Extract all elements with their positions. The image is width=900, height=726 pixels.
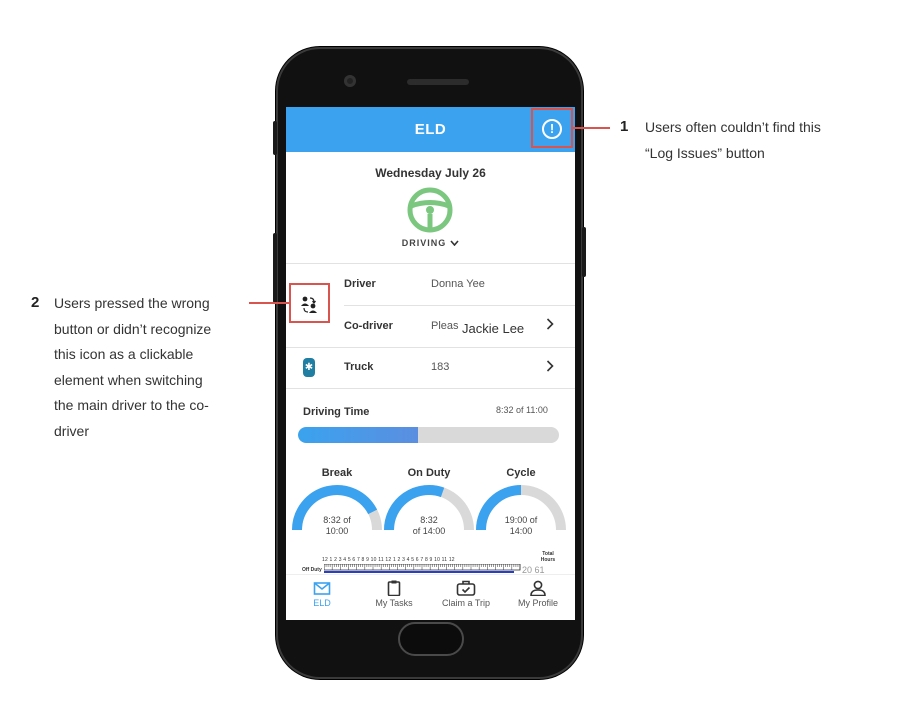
volume-button	[273, 121, 277, 155]
annotation-number: 2	[31, 294, 40, 311]
envelope-icon	[313, 582, 331, 595]
annotation-line: button or didn’t recognize	[54, 320, 212, 337]
tab-label: My Tasks	[375, 598, 413, 608]
swap-icon-highlight	[289, 283, 330, 323]
annotation-text: Users pressed the wrong button or didn’t…	[54, 291, 211, 444]
current-date: Wednesday July 26	[375, 166, 486, 180]
tab-my-profile[interactable]: My Profile	[502, 575, 574, 620]
bluetooth-icon: ✱	[303, 358, 315, 377]
tab-claim-trip[interactable]: Claim a Trip	[430, 575, 502, 620]
log-row-label: Off Duty	[302, 567, 322, 573]
power-button	[582, 227, 586, 277]
divider	[286, 263, 575, 264]
cycle-gauge: Cycle 19:00 of 14:00	[475, 467, 567, 537]
divider	[286, 347, 575, 348]
gauge-title: On Duty	[407, 467, 451, 479]
gauge-value: 8:32 of 14:00	[383, 515, 475, 537]
driving-time-progress-fill	[298, 427, 419, 443]
tab-label: My Profile	[517, 598, 558, 608]
tab-my-tasks[interactable]: My Tasks	[358, 575, 430, 620]
gauge-value-line2: 10:00	[325, 526, 349, 536]
chevron-down-icon	[450, 238, 459, 248]
log-hours-scale: 12 1 2 3 4 5 6 7 8 9 10 11 12 1 2 3 4 5 …	[322, 557, 455, 563]
annotation-line: this icon as a clickable	[54, 346, 194, 362]
driver-label: Driver	[344, 278, 376, 290]
clipboard-icon	[387, 580, 401, 596]
truck-label: Truck	[344, 361, 374, 373]
gauge-value-line1: 19:00 of	[504, 515, 538, 525]
tab-bar: ELD My Tasks Claim a Trip My Profile	[286, 574, 575, 620]
gauge-title: Cycle	[506, 467, 536, 479]
earpiece	[407, 79, 469, 85]
truck-chevron-icon[interactable]	[546, 359, 554, 375]
briefcase-check-icon	[456, 580, 476, 596]
annotation-leader-line	[249, 302, 289, 304]
divider	[344, 305, 575, 306]
annotation-line: the main driver to the co-	[54, 397, 209, 413]
duty-status-label: DRIVING	[401, 238, 447, 248]
stage: ELD ! Wednesday July 26 DRIVING Driver D…	[0, 0, 900, 726]
home-button[interactable]	[398, 622, 464, 656]
duty-status-dropdown[interactable]: DRIVING	[286, 238, 575, 248]
gauge-value: 8:32 of 10:00	[291, 515, 383, 537]
driving-time-value: 8:32 of 11:00	[496, 405, 548, 415]
tab-label: Claim a Trip	[441, 598, 490, 608]
codriver-name: Jackie Lee	[462, 321, 527, 336]
gauge-value-line2: 14:00	[509, 526, 533, 536]
log-issues-highlight	[531, 108, 573, 148]
annotation-line: element when switching	[54, 371, 203, 388]
gauge-value-line2: of 14:00	[412, 526, 446, 536]
driving-time-label: Driving Time	[303, 406, 370, 418]
person-icon	[530, 580, 546, 596]
driver-value: Donna Yee	[431, 278, 485, 290]
gauge-value-line1: 8:32 of	[323, 515, 351, 525]
driving-time-progress	[298, 427, 559, 443]
codriver-label: Co-driver	[344, 320, 393, 332]
annotation-line: Users often couldn’t find this	[645, 119, 821, 135]
gauge-value-line1: 8:32	[420, 515, 438, 525]
annotation-line: “Log Issues” button	[645, 144, 765, 161]
tab-eld[interactable]: ELD	[286, 575, 358, 620]
truck-value: 183	[431, 361, 450, 373]
codriver-chevron-icon[interactable]	[546, 317, 554, 333]
annotation-line: driver	[54, 422, 90, 439]
annotation-text: Users often couldn’t find this “Log Issu…	[645, 115, 821, 166]
annotation-leader-line	[573, 127, 610, 129]
annotation-number: 1	[620, 118, 629, 135]
divider	[286, 388, 575, 389]
codriver-value: Pleas	[431, 320, 459, 332]
front-camera	[344, 75, 356, 87]
steering-wheel-icon	[407, 187, 453, 233]
log-total-header: Total Hours	[540, 551, 556, 563]
app-screen: ELD ! Wednesday July 26 DRIVING Driver D…	[286, 107, 575, 620]
annotation-line: Users pressed the wrong	[54, 295, 210, 311]
side-button	[273, 233, 277, 303]
on-duty-gauge: On Duty 8:32 of 14:00	[383, 467, 475, 537]
gauge-value: 19:00 of 14:00	[475, 515, 567, 537]
tab-label: ELD	[313, 598, 331, 608]
gauge-title: Break	[321, 467, 353, 479]
break-gauge: Break 8:32 of 10:00	[291, 467, 383, 537]
